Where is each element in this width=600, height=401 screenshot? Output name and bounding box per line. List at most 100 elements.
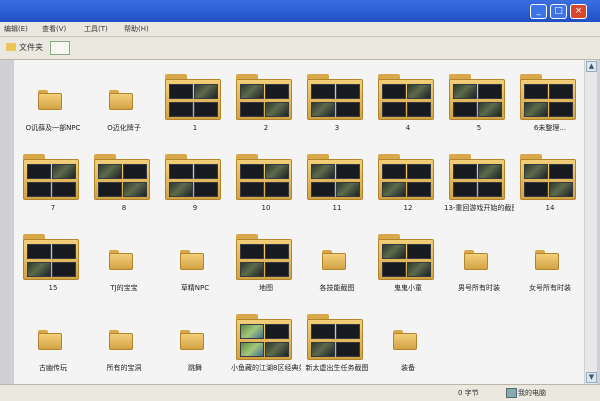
thumbnail-preview	[169, 182, 193, 197]
thumbnail-preview	[336, 324, 360, 339]
folder-item[interactable]: 各技能截图	[302, 222, 372, 302]
folder-item[interactable]: 草精NPC	[160, 222, 230, 302]
thumbnail-preview	[98, 164, 122, 179]
folder-item[interactable]: 小鱼藏的江湖8区经典弟子服	[231, 302, 301, 382]
thumbnail-preview	[549, 84, 573, 99]
folder-item[interactable]: 12	[373, 142, 443, 222]
folders-button[interactable]: 文件夹	[19, 42, 43, 53]
folder-item[interactable]: 男号所有时装	[444, 222, 514, 302]
folder-item[interactable]: 1	[160, 62, 230, 142]
thumbnail-preview	[524, 164, 548, 179]
folder-item[interactable]: O迈化牌子	[89, 62, 159, 142]
thumbnail-preview	[194, 164, 218, 179]
thumbnail-preview	[478, 102, 502, 117]
folder-icon	[236, 154, 292, 200]
thumbnail-preview	[123, 182, 147, 197]
folder-item[interactable]: 14	[515, 142, 585, 222]
thumbnail-preview	[169, 84, 193, 99]
thumbnail-preview	[123, 164, 147, 179]
folder-icon	[535, 250, 559, 270]
folder-icon	[307, 74, 363, 120]
folder-item[interactable]: 4	[373, 62, 443, 142]
folder-label: O迈化牌子	[107, 124, 141, 132]
folder-item[interactable]: 新太虚出生任务截图	[302, 302, 372, 382]
folder-item[interactable]: 古幽传玩	[18, 302, 88, 382]
menu-help[interactable]: 帮助(H)	[124, 24, 149, 34]
folder-label: 12	[403, 204, 413, 212]
folder-label: 女号所有时装	[529, 284, 571, 292]
folder-label: 男号所有时装	[458, 284, 500, 292]
folder-item[interactable]: 所有的宝洞	[89, 302, 159, 382]
scroll-up-icon[interactable]: ▲	[586, 61, 597, 72]
folder-label: 鬼鬼小童	[394, 284, 422, 292]
folder-item[interactable]: TJ的宝宝	[89, 222, 159, 302]
folder-icon	[109, 330, 133, 350]
thumbnail-preview	[311, 342, 335, 357]
scroll-down-icon[interactable]: ▼	[586, 372, 597, 383]
thumbnail-preview	[407, 244, 431, 259]
thumbnail-preview	[549, 182, 573, 197]
views-icon[interactable]	[50, 41, 70, 55]
thumbnail-preview	[382, 84, 406, 99]
close-button[interactable]: ×	[570, 4, 587, 19]
thumbnail-preview	[549, 164, 573, 179]
folder-item[interactable]: 3	[302, 62, 372, 142]
folder-item[interactable]: 13-重回游戏开始的截图	[444, 142, 514, 222]
thumbnail-preview	[27, 262, 51, 277]
folder-item[interactable]: 地图	[231, 222, 301, 302]
folder-icon	[94, 154, 150, 200]
folder-item[interactable]: 5	[444, 62, 514, 142]
folder-view[interactable]: O讥薛及一部NPC O迈化牌子 1 2 3 4 5 6未整理... 7 8 9 10 11 12 13-重回…	[14, 60, 584, 384]
folder-item[interactable]: 2	[231, 62, 301, 142]
folder-item[interactable]: 跳舞	[160, 302, 230, 382]
folder-label: 新太虚出生任务截图	[305, 364, 369, 372]
thumbnail-preview	[194, 102, 218, 117]
thumbnail-preview	[27, 164, 51, 179]
thumbnail-preview	[382, 244, 406, 259]
thumbnail-preview	[52, 164, 76, 179]
thumbnail-preview	[169, 164, 193, 179]
folder-icon	[23, 154, 79, 200]
thumbnail-preview	[336, 164, 360, 179]
thumbnail-preview	[27, 244, 51, 259]
folder-item[interactable]: 装备	[373, 302, 443, 382]
minimize-button[interactable]: _	[530, 4, 547, 19]
folder-item[interactable]: 10	[231, 142, 301, 222]
thumbnail-preview	[169, 102, 193, 117]
folder-item[interactable]: O讥薛及一部NPC	[18, 62, 88, 142]
menu-tools[interactable]: 工具(T)	[84, 24, 108, 34]
thumbnail-preview	[265, 324, 289, 339]
thumbnail-preview	[382, 102, 406, 117]
thumbnail-preview	[52, 262, 76, 277]
folder-item[interactable]: 15	[18, 222, 88, 302]
thumbnail-preview	[478, 84, 502, 99]
toolbar: 文件夹	[0, 37, 600, 60]
folder-item[interactable]: 9	[160, 142, 230, 222]
folder-label: 8	[121, 204, 127, 212]
folder-label: 13-重回游戏开始的截图	[444, 204, 514, 212]
folder-label: 地图	[259, 284, 273, 292]
folder-item[interactable]: 鬼鬼小童	[373, 222, 443, 302]
folder-icon	[378, 74, 434, 120]
folder-label: 跳舞	[188, 364, 202, 372]
thumbnail-preview	[524, 102, 548, 117]
folder-item[interactable]: 8	[89, 142, 159, 222]
menu-view[interactable]: 查看(V)	[42, 24, 66, 34]
vertical-scrollbar[interactable]: ▲ ▼	[584, 60, 597, 384]
folder-icon	[236, 314, 292, 360]
folder-item[interactable]: 7	[18, 142, 88, 222]
folder-item[interactable]: 6未整理...	[515, 62, 585, 142]
maximize-button[interactable]: □	[550, 4, 567, 19]
folder-icon	[109, 90, 133, 110]
folder-item[interactable]: 11	[302, 142, 372, 222]
folder-label: 9	[192, 204, 198, 212]
menu-edit[interactable]: 编辑(E)	[4, 24, 28, 34]
folder-item[interactable]: 女号所有时装	[515, 222, 585, 302]
thumbnail-preview	[265, 84, 289, 99]
thumbnail-preview	[549, 102, 573, 117]
thumbnail-preview	[240, 342, 264, 357]
folder-label: 草精NPC	[180, 284, 210, 292]
folder-label: 小鱼藏的江湖8区经典弟子服	[231, 364, 301, 372]
thumbnail-preview	[382, 182, 406, 197]
thumbnail-preview	[336, 102, 360, 117]
